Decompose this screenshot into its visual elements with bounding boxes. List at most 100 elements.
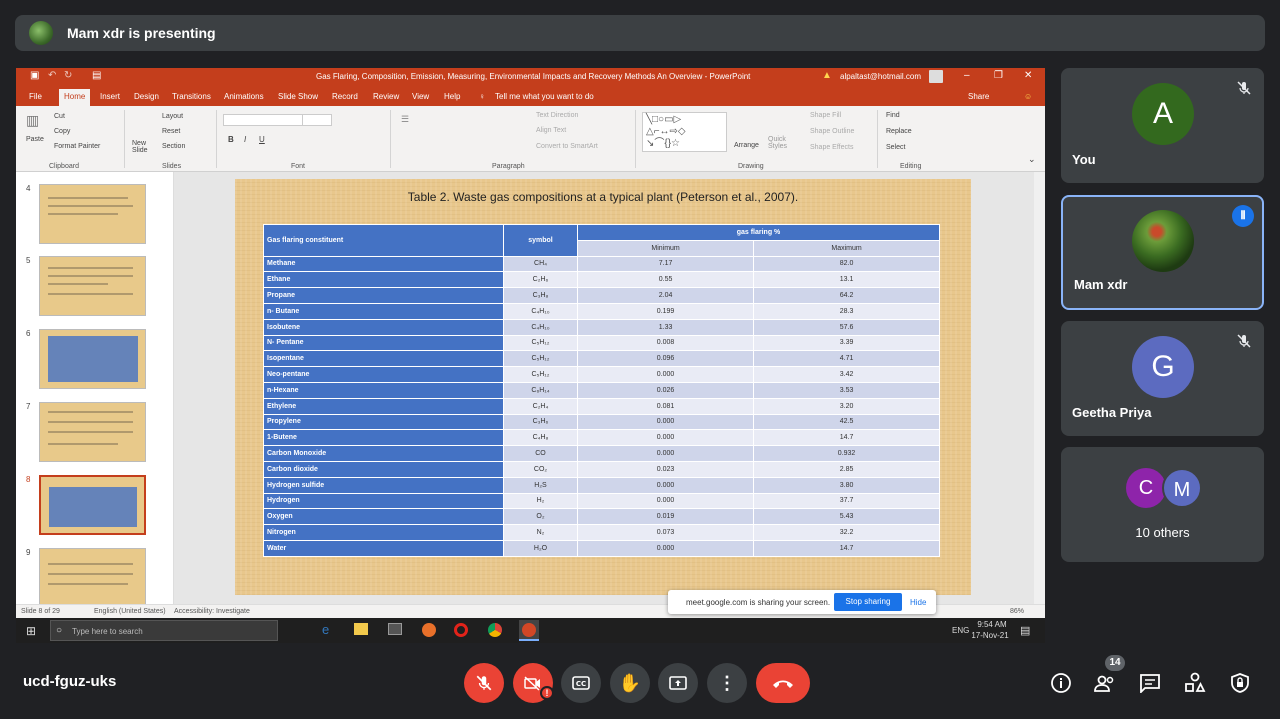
present-icon[interactable]: ▤: [92, 70, 101, 81]
zoom-level[interactable]: 86%: [1010, 608, 1024, 615]
vertical-scrollbar[interactable]: [1034, 172, 1045, 604]
store-icon[interactable]: [388, 623, 402, 635]
menu-file[interactable]: File: [29, 92, 42, 101]
opera-icon[interactable]: [454, 623, 468, 637]
italic-icon[interactable]: I: [244, 135, 246, 144]
activities-button[interactable]: [1181, 669, 1209, 697]
reset-button[interactable]: Reset: [162, 128, 180, 135]
participant-tile-others[interactable]: C M 10 others: [1061, 447, 1264, 562]
row-name-cell: n- Butane: [263, 302, 504, 320]
font-name-box[interactable]: [223, 114, 303, 126]
presenter-label: Mam xdr is presenting: [67, 25, 216, 41]
row-min-cell: 2.04: [576, 287, 755, 304]
quick-styles-button[interactable]: Quick Styles: [768, 136, 794, 150]
maximize-icon[interactable]: ❐: [994, 70, 1003, 81]
row-max-cell: 37.7: [753, 492, 940, 510]
menu-insert[interactable]: Insert: [100, 92, 120, 101]
menu-slide-show[interactable]: Slide Show: [278, 92, 318, 101]
menu-animations[interactable]: Animations: [224, 92, 264, 101]
row-min-cell: 0.073: [576, 524, 755, 541]
find-button[interactable]: Find: [886, 112, 900, 119]
header-maximum: Maximum: [753, 239, 940, 257]
menu-transitions[interactable]: Transitions: [172, 92, 211, 101]
powerpoint-taskbar-item[interactable]: [519, 620, 539, 641]
menu-review[interactable]: Review: [373, 92, 399, 101]
replace-button[interactable]: Replace: [886, 128, 912, 135]
firefox-icon[interactable]: [422, 623, 436, 637]
select-button[interactable]: Select: [886, 144, 905, 151]
account-avatar-icon[interactable]: [929, 70, 943, 83]
font-size-box[interactable]: [302, 114, 332, 126]
underline-icon[interactable]: U: [259, 135, 265, 144]
input-language[interactable]: ENG: [952, 626, 969, 635]
chrome-icon[interactable]: [488, 623, 502, 637]
slide-thumbnail[interactable]: [39, 548, 146, 608]
menu-help[interactable]: Help: [444, 92, 460, 101]
hide-button[interactable]: Hide: [910, 598, 926, 607]
save-icon[interactable]: ▣: [30, 70, 39, 81]
notification-icon[interactable]: ▤: [1020, 624, 1030, 637]
arrange-button[interactable]: Arrange: [734, 142, 759, 149]
participant-tile-mam-xdr[interactable]: ⦀ Mam xdr: [1061, 195, 1264, 310]
format-painter-button[interactable]: Format Painter: [54, 143, 100, 150]
participant-name: Mam xdr: [1074, 277, 1128, 292]
participant-tile-you[interactable]: A You: [1061, 68, 1264, 183]
menu-record[interactable]: Record: [332, 92, 358, 101]
shape-effects-button[interactable]: Shape Effects: [810, 144, 853, 151]
menu-home[interactable]: Home: [59, 89, 91, 106]
tell-me-box[interactable]: Tell me what you want to do: [495, 92, 594, 101]
windows-start-icon[interactable]: ⊞: [26, 624, 36, 638]
more-options-button[interactable]: ⋮: [707, 663, 747, 703]
row-symbol-cell: CO₂: [503, 460, 578, 478]
shape-fill-button[interactable]: Shape Fill: [810, 112, 841, 119]
language-status[interactable]: English (United States): [94, 608, 166, 615]
section-button[interactable]: Section: [162, 143, 185, 150]
align-text-button[interactable]: Align Text: [536, 127, 566, 134]
close-icon[interactable]: ✕: [1024, 70, 1032, 81]
slide-thumbnail[interactable]: [39, 184, 146, 244]
shapes-gallery[interactable]: ╲□○▭▷ △⌐↔⇨◇ ↘⌒{}☆: [642, 112, 727, 152]
bold-icon[interactable]: B: [228, 135, 234, 144]
undo-icon[interactable]: ↶: [48, 70, 56, 81]
smiley-icon[interactable]: ☺: [1024, 92, 1032, 101]
convert-smartart-button[interactable]: Convert to SmartArt: [536, 143, 598, 150]
captions-button[interactable]: CC: [561, 663, 601, 703]
participant-tile-geetha-priya[interactable]: G Geetha Priya: [1061, 321, 1264, 436]
leave-call-button[interactable]: [756, 663, 810, 703]
text-direction-button[interactable]: Text Direction: [536, 112, 578, 119]
meeting-details-button[interactable]: [1047, 669, 1075, 697]
menu-design[interactable]: Design: [134, 92, 159, 101]
file-explorer-icon[interactable]: [354, 623, 368, 635]
chat-button[interactable]: [1136, 669, 1164, 697]
paste-button[interactable]: Paste: [26, 136, 44, 143]
slide-thumbnail[interactable]: [39, 402, 146, 462]
slide-thumbnail[interactable]: [39, 329, 146, 389]
taskbar-search[interactable]: ○ Type here to search: [50, 620, 278, 641]
presenter-avatar: [29, 21, 53, 45]
slide-thumbnail-selected[interactable]: [39, 475, 146, 535]
new-slide-button[interactable]: New Slide: [132, 140, 154, 154]
present-now-button[interactable]: [658, 663, 698, 703]
copy-button[interactable]: Copy: [54, 128, 70, 135]
host-controls-button[interactable]: [1226, 669, 1254, 697]
collapse-ribbon-icon[interactable]: ⌄: [1028, 154, 1036, 165]
minimize-icon[interactable]: –: [964, 70, 970, 81]
camera-toggle-button[interactable]: !: [513, 663, 554, 703]
share-button[interactable]: Share: [968, 92, 989, 101]
shape-outline-button[interactable]: Shape Outline: [810, 128, 854, 135]
mic-toggle-button[interactable]: [464, 663, 504, 703]
bullets-icon[interactable]: ☰: [401, 114, 409, 125]
edge-icon[interactable]: e: [322, 622, 329, 637]
paste-icon[interactable]: ▥: [26, 112, 39, 129]
slide-thumbnail[interactable]: [39, 256, 146, 316]
row-max-cell: 3.39: [753, 334, 940, 352]
people-button[interactable]: 14: [1091, 655, 1125, 697]
redo-icon[interactable]: ↻: [64, 70, 72, 81]
raise-hand-button[interactable]: ✋: [610, 663, 650, 703]
cut-button[interactable]: Cut: [54, 113, 65, 120]
menu-view[interactable]: View: [412, 92, 429, 101]
stop-sharing-button[interactable]: Stop sharing: [834, 593, 902, 611]
row-name-cell: n-Hexane: [263, 381, 504, 399]
layout-button[interactable]: Layout: [162, 113, 183, 120]
accessibility-status[interactable]: Accessibility: Investigate: [174, 608, 250, 615]
